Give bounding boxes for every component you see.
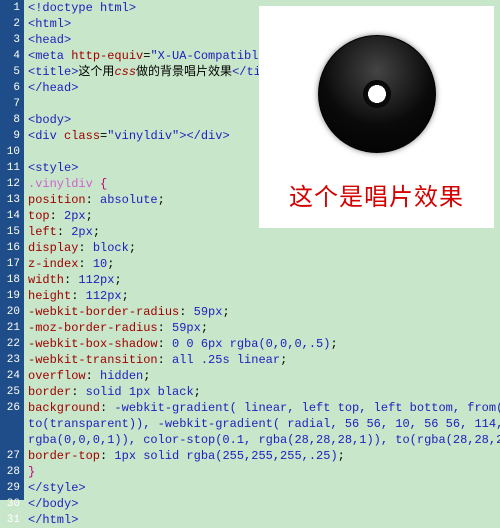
line-number: 3 [0, 32, 20, 48]
vinyl-record-icon [318, 35, 436, 153]
code-line[interactable]: -webkit-box-shadow: 0 0 6px rgba(0,0,0,.… [28, 336, 500, 352]
code-line[interactable]: rgba(0,0,0,1)), color-stop(0.1, rgba(28,… [28, 432, 500, 448]
code-line[interactable]: -webkit-border-radius: 59px; [28, 304, 500, 320]
code-line[interactable]: -moz-border-radius: 59px; [28, 320, 500, 336]
line-number: 4 [0, 48, 20, 64]
code-line[interactable]: overflow: hidden; [28, 368, 500, 384]
line-number: 29 [0, 480, 20, 496]
line-number: 15 [0, 224, 20, 240]
line-number: 26 [0, 400, 20, 416]
line-number: 11 [0, 160, 20, 176]
line-number: 21 [0, 320, 20, 336]
code-line[interactable]: z-index: 10; [28, 256, 500, 272]
line-number: 27 [0, 448, 20, 464]
line-number: 12 [0, 176, 20, 192]
code-line[interactable]: -webkit-transition: all .25s linear; [28, 352, 500, 368]
code-line[interactable]: height: 112px; [28, 288, 500, 304]
code-line[interactable]: width: 112px; [28, 272, 500, 288]
line-number: 7 [0, 96, 20, 112]
line-number: 2 [0, 16, 20, 32]
code-line[interactable]: } [28, 464, 500, 480]
line-number: 19 [0, 288, 20, 304]
line-number: 9 [0, 128, 20, 144]
preview-panel: 这个是唱片效果 [259, 6, 494, 228]
line-number: 5 [0, 64, 20, 80]
line-number: 28 [0, 464, 20, 480]
line-number: 24 [0, 368, 20, 384]
line-number [0, 416, 20, 432]
line-number: 13 [0, 192, 20, 208]
preview-caption: 这个是唱片效果 [289, 177, 464, 212]
code-line[interactable]: </html> [28, 512, 500, 528]
line-number: 14 [0, 208, 20, 224]
line-number: 31 [0, 512, 20, 528]
code-line[interactable]: </style> [28, 480, 500, 496]
line-number: 25 [0, 384, 20, 400]
line-number: 1 [0, 0, 20, 16]
line-number: 6 [0, 80, 20, 96]
line-number: 22 [0, 336, 20, 352]
line-number: 8 [0, 112, 20, 128]
line-number [0, 432, 20, 448]
line-number: 30 [0, 496, 20, 512]
line-number: 16 [0, 240, 20, 256]
line-number-gutter: 1234567891011121314151617181920212223242… [0, 0, 24, 500]
line-number: 23 [0, 352, 20, 368]
line-number: 20 [0, 304, 20, 320]
code-line[interactable]: to(transparent)), -webkit-gradient( radi… [28, 416, 500, 432]
code-line[interactable]: border-top: 1px solid rgba(255,255,255,.… [28, 448, 500, 464]
code-line[interactable]: background: -webkit-gradient( linear, le… [28, 400, 500, 416]
code-line[interactable]: border: solid 1px black; [28, 384, 500, 400]
code-line[interactable]: display: block; [28, 240, 500, 256]
line-number: 18 [0, 272, 20, 288]
line-number: 10 [0, 144, 20, 160]
code-line[interactable]: </body> [28, 496, 500, 512]
line-number: 17 [0, 256, 20, 272]
